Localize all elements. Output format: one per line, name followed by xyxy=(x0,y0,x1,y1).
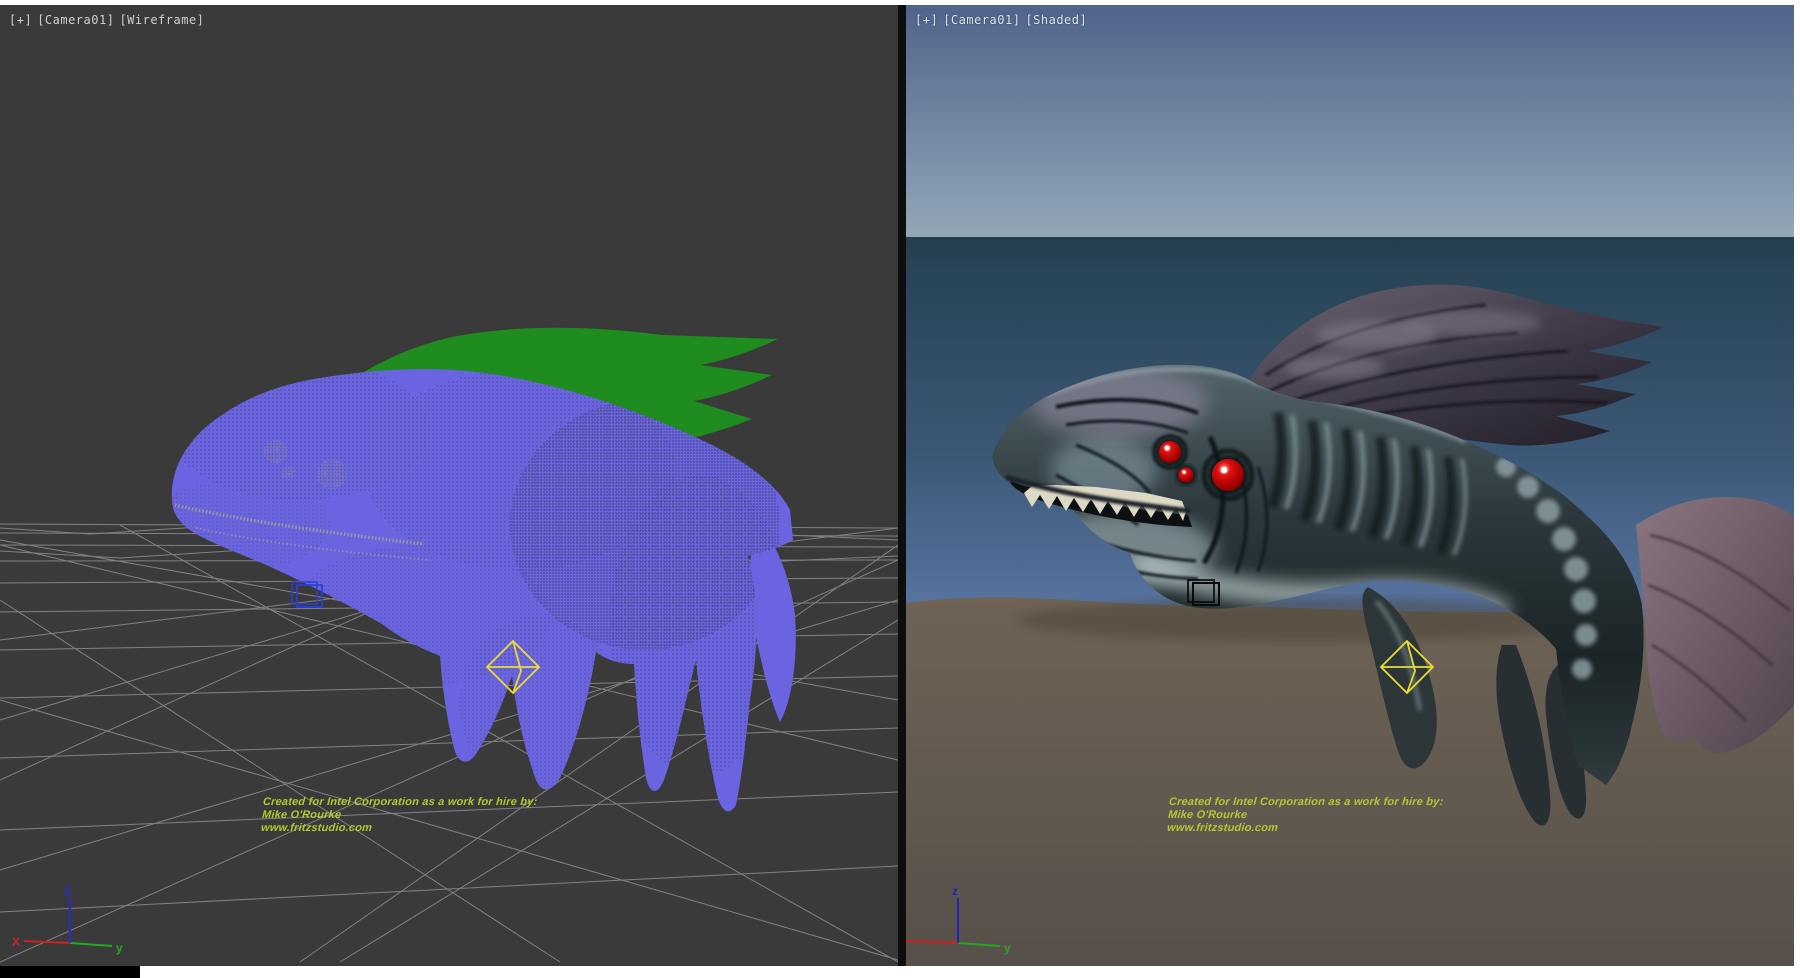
viewport-menu-expand[interactable]: [+] xyxy=(9,13,32,27)
watermark-text: Created for Intel Corporation as a work … xyxy=(261,796,538,835)
sky xyxy=(906,5,1794,237)
watermark-text: Created for Intel Corporation as a work … xyxy=(1167,796,1444,835)
viewport-menu-shading[interactable]: [Shaded] xyxy=(1025,13,1087,27)
viewport-wireframe[interactable]: [+] [Camera01] [Wireframe] Created for Int… xyxy=(0,5,898,966)
fish-caudal-fin[interactable] xyxy=(1636,497,1794,753)
viewport-label-right: [+] [Camera01] [Shaded] xyxy=(915,13,1092,27)
eye-large xyxy=(1212,459,1244,491)
eye-small-upper xyxy=(1159,441,1181,463)
viewport-menu-expand[interactable]: [+] xyxy=(915,13,938,27)
viewport-shaded[interactable]: [+] [Camera01] [Shaded] Created for Intel … xyxy=(906,5,1794,966)
axis-z-label: Z xyxy=(64,884,71,898)
axis-y-label: y xyxy=(116,941,123,955)
viewport-label-left: [+] [Camera01] [Wireframe] xyxy=(9,13,209,27)
eye-small-mid xyxy=(1179,468,1194,483)
viewport-menu-camera[interactable]: [Camera01] xyxy=(37,13,114,27)
axis-x-label: X xyxy=(12,935,20,949)
axis-tripod: X y Z xyxy=(12,884,123,955)
viewport-divider[interactable] xyxy=(898,5,906,966)
viewport-menu-camera[interactable]: [Camera01] xyxy=(943,13,1020,27)
bottom-left-ui-strip xyxy=(0,966,140,978)
viewport-menu-shading[interactable]: [Wireframe] xyxy=(119,13,204,27)
axis-z-label: z xyxy=(952,884,958,898)
axis-y-label: y xyxy=(1004,941,1011,955)
dual-viewport-screenshot: [+] [Camera01] [Wireframe] Created for Int… xyxy=(0,0,1800,978)
